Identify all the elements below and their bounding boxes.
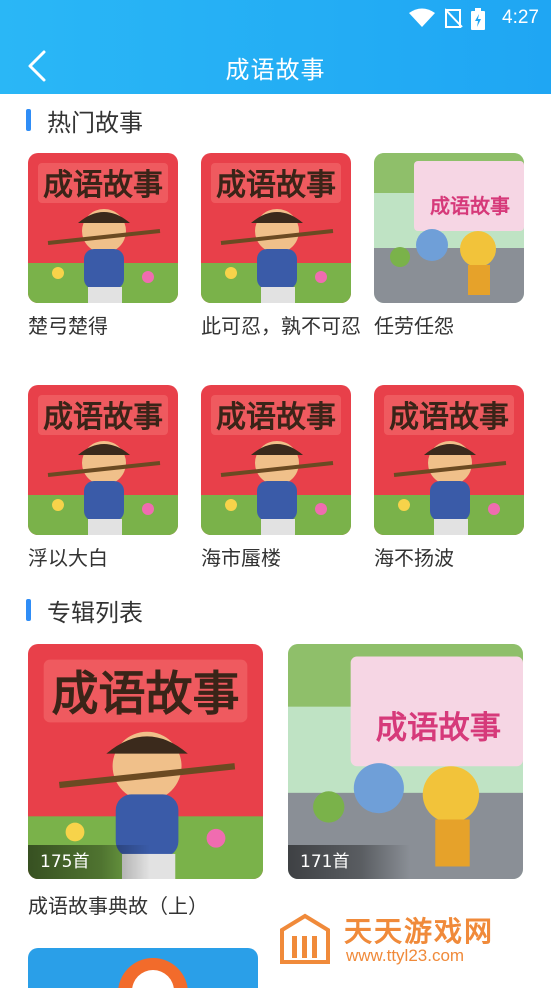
svg-text:成语故事: 成语故事 [216,400,336,435]
story-cover-image[interactable]: 成语故事 [28,385,178,535]
battery-charging-icon [471,8,485,30]
story-title[interactable]: 楚弓楚得 [28,313,188,340]
story-title[interactable]: 海市蜃楼 [201,545,361,572]
section-title: 专辑列表 [47,598,143,627]
svg-text:成语故事: 成语故事 [430,194,510,218]
story-title[interactable]: 浮以大白 [28,545,188,572]
app-header: 4:27 成语故事 [0,0,551,94]
section-albums-header: 专辑列表 [26,594,143,627]
story-cover-image[interactable]: 成语故事 [201,385,351,535]
story-cover-image[interactable]: 成语故事 [201,153,351,303]
svg-text:成语故事: 成语故事 [376,710,501,746]
story-cover-image[interactable]: 成语故事 [374,385,524,535]
page-title: 成语故事 [225,56,326,84]
watermark-url: www.ttyl23.com [346,946,465,965]
album-track-count: 171首 [288,845,410,879]
album-cover-image[interactable]: 成语故事 171首 [288,644,523,879]
status-bar: 4:27 [0,0,551,36]
watermark: 天天游戏网 www.ttyl23.com [278,910,548,970]
svg-text:成语故事: 成语故事 [43,400,163,435]
svg-text:成语故事: 成语故事 [43,168,163,203]
album-cover-image[interactable]: 成语故事 175首 [28,644,263,879]
section-accent-bar [26,599,31,621]
story-title[interactable]: 海不扬波 [374,545,534,572]
watermark-logo [280,913,330,964]
clock: 4:27 [502,7,539,28]
watermark-brand: 天天游戏网 [344,915,495,948]
svg-text:成语故事: 成语故事 [216,168,336,203]
wifi-icon [409,8,435,27]
story-title[interactable]: 此可忍，孰不可忍 [201,313,361,340]
story-cover-image[interactable]: 成语故事 [28,153,178,303]
album-title[interactable]: 成语故事典故（上） [28,890,308,919]
svg-text:成语故事: 成语故事 [52,667,240,722]
section-accent-bar [26,109,31,131]
svg-text:成语故事: 成语故事 [389,400,509,435]
album-card-partial[interactable] [28,948,258,988]
no-signal-icon [445,8,463,28]
album-track-count: 175首 [28,845,150,879]
story-title[interactable]: 任劳任怨 [374,313,534,340]
section-hot-header: 热门故事 [26,104,143,137]
story-cover-image[interactable]: 成语故事 [374,153,524,303]
section-title: 热门故事 [47,108,143,137]
